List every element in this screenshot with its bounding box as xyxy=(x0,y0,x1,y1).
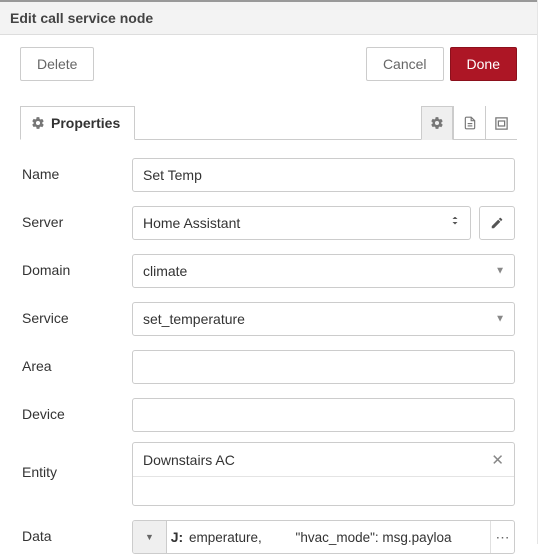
dialog-title: Edit call service node xyxy=(0,0,537,35)
caret-down-icon: ▼ xyxy=(145,532,154,542)
service-label: Service xyxy=(22,302,132,326)
tab-node-appearance[interactable] xyxy=(485,106,517,140)
tab-node-description[interactable] xyxy=(453,106,485,140)
service-input[interactable] xyxy=(132,302,515,336)
tab-properties[interactable]: Properties xyxy=(20,106,135,140)
caret-down-icon: ▼ xyxy=(495,266,505,277)
data-type-button[interactable]: ▼ xyxy=(133,521,167,553)
server-label: Server xyxy=(22,206,132,230)
server-select[interactable]: Home Assistant xyxy=(132,206,471,240)
ellipsis-icon: ⋯ xyxy=(496,529,510,546)
data-input[interactable] xyxy=(187,521,490,553)
area-input[interactable] xyxy=(132,350,515,384)
area-label: Area xyxy=(22,350,132,374)
entity-label: Entity xyxy=(22,442,132,480)
edit-server-button[interactable] xyxy=(479,206,515,240)
done-button[interactable]: Done xyxy=(450,47,517,81)
data-field: ▼ J: ⋯ xyxy=(132,520,515,554)
jsonata-prefix: J: xyxy=(167,529,187,545)
entity-tag: Downstairs AC ✕ xyxy=(133,443,514,477)
domain-input[interactable] xyxy=(132,254,515,288)
tab-node-settings[interactable] xyxy=(421,106,453,140)
file-icon xyxy=(463,116,477,130)
device-label: Device xyxy=(22,398,132,422)
name-label: Name xyxy=(22,158,132,182)
data-label: Data xyxy=(22,520,132,544)
entity-input[interactable]: Downstairs AC ✕ xyxy=(132,442,515,506)
delete-button[interactable]: Delete xyxy=(20,47,94,81)
gear-icon xyxy=(31,116,45,130)
tabs: Properties xyxy=(20,106,517,140)
entity-tag-label: Downstairs AC xyxy=(143,452,487,468)
cancel-button[interactable]: Cancel xyxy=(366,47,444,81)
name-input[interactable] xyxy=(132,158,515,192)
toolbar: Delete Cancel Done xyxy=(0,35,537,106)
caret-down-icon: ▼ xyxy=(495,314,505,325)
expand-data-button[interactable]: ⋯ xyxy=(490,521,514,553)
domain-label: Domain xyxy=(22,254,132,278)
gear-icon xyxy=(430,116,444,130)
rectangle-select-icon xyxy=(494,116,509,131)
tab-properties-label: Properties xyxy=(51,115,120,131)
remove-entity-button[interactable]: ✕ xyxy=(487,451,508,469)
device-input[interactable] xyxy=(132,398,515,432)
pencil-icon xyxy=(490,216,504,230)
form: Name Server Home Assistant Domain xyxy=(0,140,537,554)
